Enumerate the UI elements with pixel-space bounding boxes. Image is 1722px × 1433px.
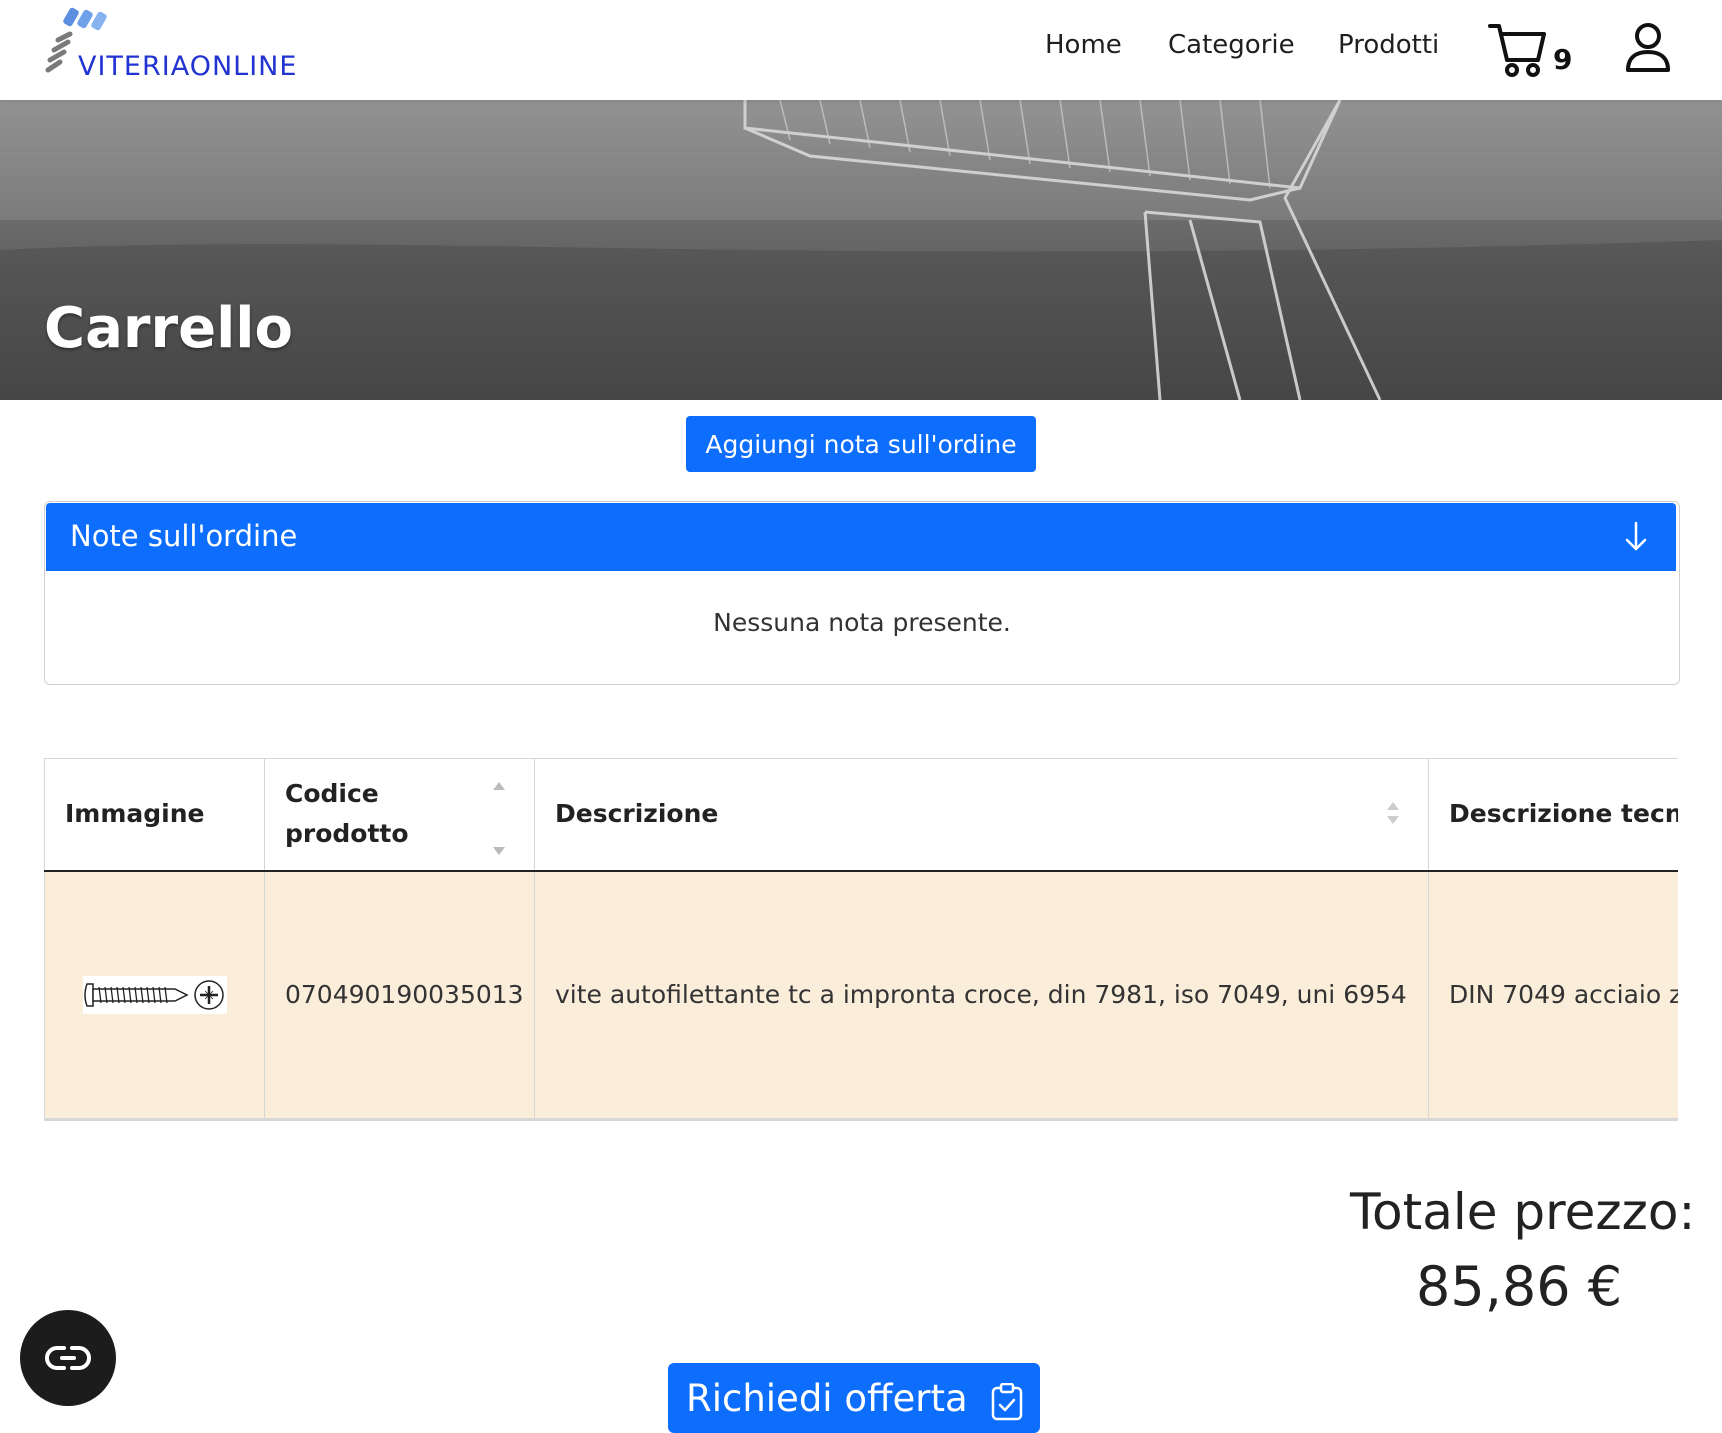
user-icon[interactable] [1624, 22, 1672, 74]
screw-image [82, 975, 227, 1014]
table-header-row: Immagine Codice prodotto Descrizione Des… [44, 758, 1678, 872]
cart-table: Immagine Codice prodotto Descrizione Des… [44, 758, 1678, 1119]
order-notes-title: Note sull'ordine [70, 519, 298, 553]
order-notes-header[interactable]: Note sull'ordine [46, 503, 1676, 571]
logo[interactable]: VITERIAONLINE [44, 4, 364, 88]
header-description-label: Descrizione [555, 799, 719, 829]
table-scroll-divider [44, 1118, 1678, 1121]
cart-table-container[interactable]: Immagine Codice prodotto Descrizione Des… [44, 758, 1678, 1120]
request-offer-label: Richiedi offerta [686, 1376, 968, 1420]
header-technical-description-label: Descrizione tecnica [1449, 799, 1678, 829]
empty-notes-text: Nessuna nota presente. [713, 608, 1011, 637]
nav-home[interactable]: Home [1045, 30, 1122, 60]
nav-products[interactable]: Prodotti [1338, 30, 1439, 60]
header-image-label: Immagine [65, 799, 205, 829]
total-price-label: Totale prezzo: [1350, 1183, 1696, 1241]
arrow-down-icon [1625, 521, 1647, 551]
header-image: Immagine [44, 758, 265, 872]
header-description[interactable]: Descrizione [534, 758, 1429, 872]
sort-down-icon [493, 846, 505, 855]
header-product-code[interactable]: Codice prodotto [264, 758, 535, 872]
table-row[interactable]: 070490190035013 vite autofilettante tc a… [44, 870, 1678, 1119]
clipboard-check-icon [991, 1383, 1023, 1421]
header-technical-description[interactable]: Descrizione tecnica [1428, 758, 1678, 872]
add-order-note-button[interactable]: Aggiungi nota sull'ordine [686, 416, 1036, 472]
total-price-value: 85,86 € [1416, 1255, 1623, 1318]
nav-categories[interactable]: Categorie [1168, 30, 1295, 60]
sort-icon [1387, 802, 1399, 824]
cell-technical-description: DIN 7049 acciaio zincato [1428, 870, 1678, 1119]
cell-description: vite autofilettante tc a impronta croce,… [534, 870, 1429, 1119]
cell-image [44, 870, 265, 1119]
page-title: Carrello [44, 296, 293, 361]
cart-icon[interactable] [1486, 20, 1550, 80]
logo-text: VITERIAONLINE [78, 51, 298, 82]
accessibility-button[interactable] [20, 1310, 116, 1406]
header-product-code-label: Codice prodotto [285, 779, 409, 849]
order-notes-accordion: Note sull'ordine Nessuna nota presente. [44, 501, 1680, 685]
site-header: VITERIAONLINE Home Categorie Prodotti 9 [0, 0, 1722, 100]
accessibility-toggle-icon [45, 1346, 91, 1370]
cell-product-code: 070490190035013 [264, 870, 535, 1119]
cart-count-badge: 9 [1553, 43, 1573, 76]
sort-up-icon [493, 782, 505, 790]
